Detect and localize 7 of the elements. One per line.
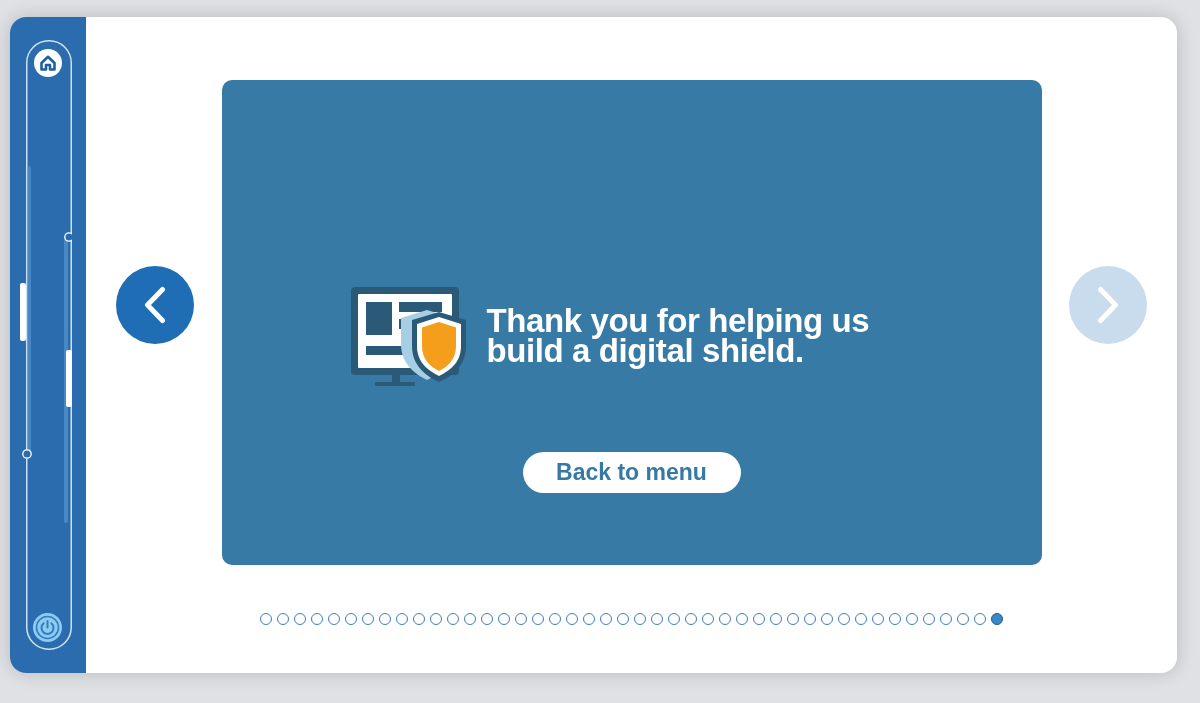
chevron-left-icon [144,286,166,324]
home-icon [39,54,57,72]
chevron-right-icon [1097,286,1119,324]
power-button[interactable] [33,613,62,642]
back-to-menu-button[interactable]: Back to menu [522,452,741,493]
home-button[interactable] [34,49,62,77]
power-icon [35,615,60,640]
